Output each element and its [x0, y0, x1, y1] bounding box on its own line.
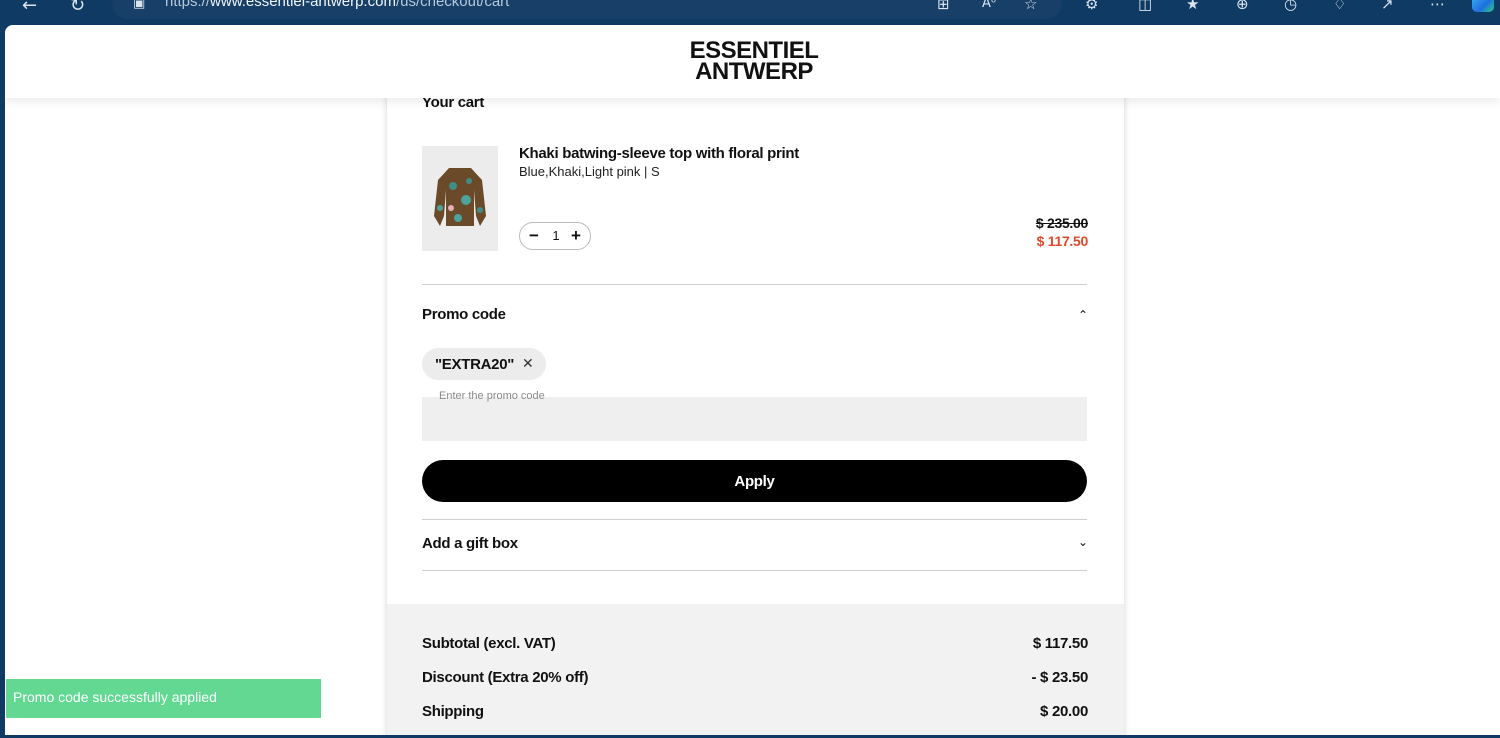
- cart-panel: Your cart Khaki batwing-sleeve top with …: [387, 25, 1124, 735]
- refresh-icon[interactable]: ↻: [70, 0, 85, 16]
- applied-promo-chip: "EXTRA20" ✕: [422, 348, 546, 380]
- divider: [422, 519, 1087, 520]
- applied-promo-code: "EXTRA20": [435, 355, 515, 373]
- chevron-down-icon[interactable]: ⌄: [1078, 535, 1088, 549]
- shipping-value: $ 20.00: [1040, 703, 1088, 720]
- history-icon[interactable]: ◷: [1284, 0, 1297, 13]
- sale-price: $ 117.50: [1036, 233, 1089, 249]
- promo-input-label: Enter the promo code: [439, 390, 545, 402]
- split-screen-icon[interactable]: ◫: [1138, 0, 1152, 13]
- subtotal-label: Subtotal (excl. VAT): [422, 635, 556, 652]
- site-info-icon[interactable]: ▣: [133, 0, 145, 13]
- quantity-increase-button[interactable]: +: [571, 226, 581, 246]
- back-icon[interactable]: ←: [22, 0, 37, 16]
- success-toast: Promo code successfully applied: [6, 679, 321, 718]
- more-icon[interactable]: ⋯: [1430, 0, 1445, 13]
- original-price: $ 235.00: [1035, 215, 1088, 231]
- read-aloud-icon[interactable]: A⁰: [982, 0, 996, 13]
- extensions-icon[interactable]: ⚙: [1085, 0, 1098, 13]
- quantity-value: 1: [552, 228, 560, 243]
- brand-logo[interactable]: ESSENTIEL ANTWERP: [687, 39, 821, 85]
- chevron-up-icon[interactable]: ⌃: [1078, 308, 1088, 322]
- share-icon[interactable]: ↗: [1381, 0, 1394, 13]
- discount-value: - $ 23.50: [1031, 669, 1088, 686]
- gift-box-title[interactable]: Add a gift box: [422, 535, 518, 552]
- url-text[interactable]: https://www.essentiel-antwerp.com/us/che…: [165, 0, 509, 10]
- product-thumbnail[interactable]: [422, 146, 498, 251]
- page-viewport: ESSENTIEL ANTWERP Your cart Khaki batwin…: [5, 25, 1500, 735]
- discount-label: Discount (Extra 20% off): [422, 669, 589, 686]
- subtotal-value: $ 117.50: [1032, 635, 1088, 652]
- quantity-stepper: − 1 +: [519, 222, 591, 250]
- quantity-decrease-button[interactable]: −: [529, 226, 539, 246]
- performance-icon[interactable]: ♢: [1333, 0, 1346, 13]
- collections-icon[interactable]: ⊕: [1236, 0, 1249, 13]
- divider: [422, 284, 1087, 285]
- order-summary: Subtotal (excl. VAT) $ 117.50 Discount (…: [387, 604, 1124, 735]
- browser-toolbar: ← ↻ ▣ https://www.essentiel-antwerp.com/…: [0, 0, 1500, 26]
- promo-code-input[interactable]: [422, 397, 1087, 441]
- product-image-icon: [422, 146, 498, 251]
- site-header: ESSENTIEL ANTWERP: [5, 25, 1500, 98]
- app-grid-icon[interactable]: ⊞: [937, 0, 950, 13]
- toast-message: Promo code successfully applied: [13, 689, 217, 705]
- copilot-icon[interactable]: [1472, 0, 1494, 12]
- remove-promo-close-icon[interactable]: ✕: [522, 356, 534, 372]
- apply-button[interactable]: Apply: [422, 460, 1087, 502]
- logo-line-2: ANTWERP: [695, 58, 813, 85]
- promo-code-field[interactable]: Enter the promo code: [422, 390, 1087, 441]
- promo-code-title[interactable]: Promo code: [422, 306, 506, 323]
- product-variant: Blue,Khaki,Light pink | S: [519, 164, 660, 179]
- favorites-icon[interactable]: ★: [1186, 0, 1199, 13]
- shipping-label: Shipping: [422, 703, 484, 720]
- divider: [422, 570, 1087, 571]
- product-name[interactable]: Khaki batwing-sleeve top with floral pri…: [519, 145, 799, 162]
- favorite-star-icon[interactable]: ☆: [1024, 0, 1037, 13]
